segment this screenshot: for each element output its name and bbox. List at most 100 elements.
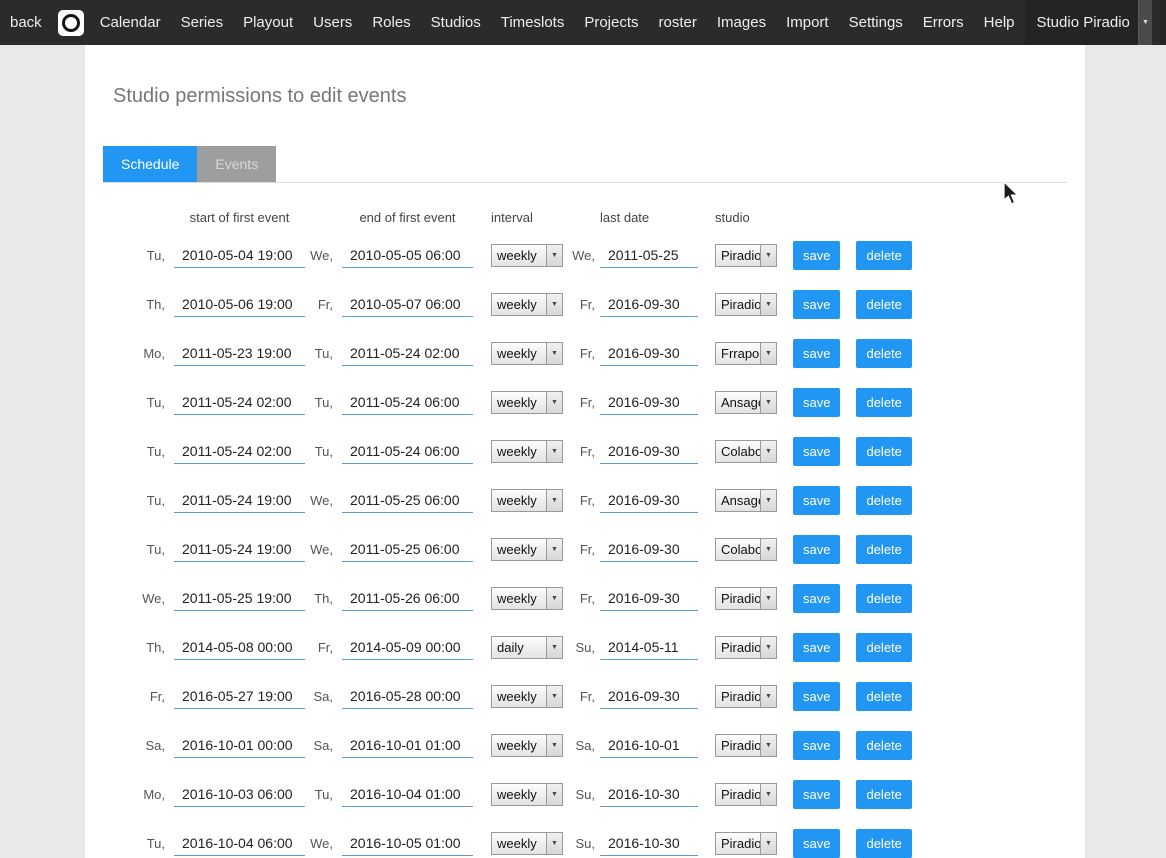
nav-item-settings[interactable]: Settings xyxy=(839,0,913,45)
studio-select[interactable]: Colabo ▼ xyxy=(715,440,777,463)
end-input[interactable] xyxy=(342,391,473,415)
delete-button[interactable]: delete xyxy=(856,388,911,417)
last-date-input[interactable] xyxy=(600,636,698,660)
delete-button[interactable]: delete xyxy=(856,584,911,613)
delete-button[interactable]: delete xyxy=(856,486,911,515)
interval-select[interactable]: weekly ▼ xyxy=(491,489,563,512)
last-date-input[interactable] xyxy=(600,685,698,709)
interval-select[interactable]: daily ▼ xyxy=(491,636,563,659)
save-button[interactable]: save xyxy=(793,339,840,368)
nav-item-help[interactable]: Help xyxy=(974,0,1025,45)
interval-select[interactable]: weekly ▼ xyxy=(491,587,563,610)
interval-select[interactable]: weekly ▼ xyxy=(491,293,563,316)
interval-select[interactable]: weekly ▼ xyxy=(491,342,563,365)
end-input[interactable] xyxy=(342,342,473,366)
tab-schedule[interactable]: Schedule xyxy=(103,146,197,182)
delete-button[interactable]: delete xyxy=(856,339,911,368)
nav-item-series[interactable]: Series xyxy=(171,0,234,45)
interval-select[interactable]: weekly ▼ xyxy=(491,832,563,855)
end-input[interactable] xyxy=(342,440,473,464)
start-input[interactable] xyxy=(174,832,305,856)
last-date-input[interactable] xyxy=(600,734,698,758)
nav-item-errors[interactable]: Errors xyxy=(913,0,974,45)
studio-select[interactable]: Piradio ▼ xyxy=(715,636,777,659)
nav-item-roles[interactable]: Roles xyxy=(362,0,420,45)
delete-button[interactable]: delete xyxy=(856,829,911,858)
last-date-input[interactable] xyxy=(600,783,698,807)
start-input[interactable] xyxy=(174,587,305,611)
start-input[interactable] xyxy=(174,440,305,464)
start-input[interactable] xyxy=(174,391,305,415)
save-button[interactable]: save xyxy=(793,682,840,711)
last-date-input[interactable] xyxy=(600,489,698,513)
studio-select[interactable]: Piradio ▼ xyxy=(715,587,777,610)
delete-button[interactable]: delete xyxy=(856,241,911,270)
nav-item-import[interactable]: Import xyxy=(776,0,839,45)
studio-select[interactable]: Piradio ▼ xyxy=(715,832,777,855)
delete-button[interactable]: delete xyxy=(856,535,911,564)
save-button[interactable]: save xyxy=(793,241,840,270)
nav-item-users[interactable]: Users xyxy=(303,0,362,45)
back-link[interactable]: back xyxy=(0,0,52,45)
studio-select[interactable]: Piradio ▼ xyxy=(715,734,777,757)
start-input[interactable] xyxy=(174,734,305,758)
save-button[interactable]: save xyxy=(793,290,840,319)
studio-select[interactable]: Frrapo ▼ xyxy=(715,342,777,365)
last-date-input[interactable] xyxy=(600,391,698,415)
chevron-down-icon[interactable]: ▼ xyxy=(1138,0,1152,45)
interval-select[interactable]: weekly ▼ xyxy=(491,783,563,806)
save-button[interactable]: save xyxy=(793,731,840,760)
nav-item-timeslots[interactable]: Timeslots xyxy=(491,0,575,45)
last-date-input[interactable] xyxy=(600,587,698,611)
start-input[interactable] xyxy=(174,293,305,317)
delete-button[interactable]: delete xyxy=(856,682,911,711)
delete-button[interactable]: delete xyxy=(856,731,911,760)
interval-select[interactable]: weekly ▼ xyxy=(491,685,563,708)
nav-item-playout[interactable]: Playout xyxy=(233,0,303,45)
save-button[interactable]: save xyxy=(793,780,840,809)
start-input[interactable] xyxy=(174,636,305,660)
delete-button[interactable]: delete xyxy=(856,437,911,466)
end-input[interactable] xyxy=(342,489,473,513)
end-input[interactable] xyxy=(342,293,473,317)
nav-item-projects[interactable]: Projects xyxy=(574,0,648,45)
delete-button[interactable]: delete xyxy=(856,290,911,319)
studio-select[interactable]: Ansage ▼ xyxy=(715,391,777,414)
last-date-input[interactable] xyxy=(600,440,698,464)
start-input[interactable] xyxy=(174,538,305,562)
end-input[interactable] xyxy=(342,244,473,268)
studio-select[interactable]: Ansage ▼ xyxy=(715,489,777,512)
studio-select[interactable]: Piradio ▼ xyxy=(715,783,777,806)
interval-select[interactable]: weekly ▼ xyxy=(491,734,563,757)
save-button[interactable]: save xyxy=(793,437,840,466)
end-input[interactable] xyxy=(342,734,473,758)
delete-button[interactable]: delete xyxy=(856,780,911,809)
start-input[interactable] xyxy=(174,489,305,513)
end-input[interactable] xyxy=(342,636,473,660)
save-button[interactable]: save xyxy=(793,388,840,417)
start-input[interactable] xyxy=(174,685,305,709)
nav-item-studios[interactable]: Studios xyxy=(421,0,491,45)
end-input[interactable] xyxy=(342,587,473,611)
end-input[interactable] xyxy=(342,538,473,562)
interval-select[interactable]: weekly ▼ xyxy=(491,244,563,267)
last-date-input[interactable] xyxy=(600,832,698,856)
project-selector[interactable]: Project 88vier ▼ xyxy=(1160,0,1166,45)
studio-select[interactable]: Piradio ▼ xyxy=(715,685,777,708)
last-date-input[interactable] xyxy=(600,244,698,268)
nav-item-roster[interactable]: roster xyxy=(649,0,707,45)
last-date-input[interactable] xyxy=(600,342,698,366)
save-button[interactable]: save xyxy=(793,829,840,858)
start-input[interactable] xyxy=(174,783,305,807)
end-input[interactable] xyxy=(342,832,473,856)
last-date-input[interactable] xyxy=(600,538,698,562)
save-button[interactable]: save xyxy=(793,486,840,515)
interval-select[interactable]: weekly ▼ xyxy=(491,391,563,414)
interval-select[interactable]: weekly ▼ xyxy=(491,538,563,561)
last-date-input[interactable] xyxy=(600,293,698,317)
studio-selector[interactable]: Studio Piradio ▼ xyxy=(1025,0,1152,45)
nav-item-calendar[interactable]: Calendar xyxy=(90,0,171,45)
save-button[interactable]: save xyxy=(793,584,840,613)
studio-select[interactable]: Piradio ▼ xyxy=(715,293,777,316)
end-input[interactable] xyxy=(342,685,473,709)
